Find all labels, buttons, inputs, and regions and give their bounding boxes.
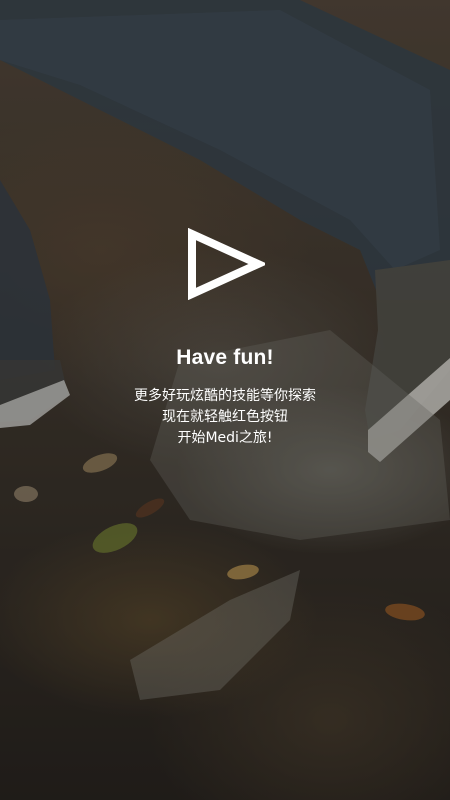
onboarding-screen[interactable]: Have fun! 更多好玩炫酷的技能等你探索 现在就轻触红色按钮 开始Medi…: [0, 0, 450, 800]
intro-line-3: 开始Medi之旅!: [177, 430, 273, 446]
play-triangle-icon: [188, 228, 265, 300]
intro-description: 更多好玩炫酷的技能等你探索 现在就轻触红色按钮 开始Medi之旅!: [134, 386, 316, 449]
intro-line-1: 更多好玩炫酷的技能等你探索: [134, 388, 316, 404]
intro-line-2: 现在就轻触红色按钮: [162, 409, 288, 425]
intro-content: Have fun! 更多好玩炫酷的技能等你探索 现在就轻触红色按钮 开始Medi…: [0, 228, 450, 449]
intro-title: Have fun!: [176, 346, 274, 369]
